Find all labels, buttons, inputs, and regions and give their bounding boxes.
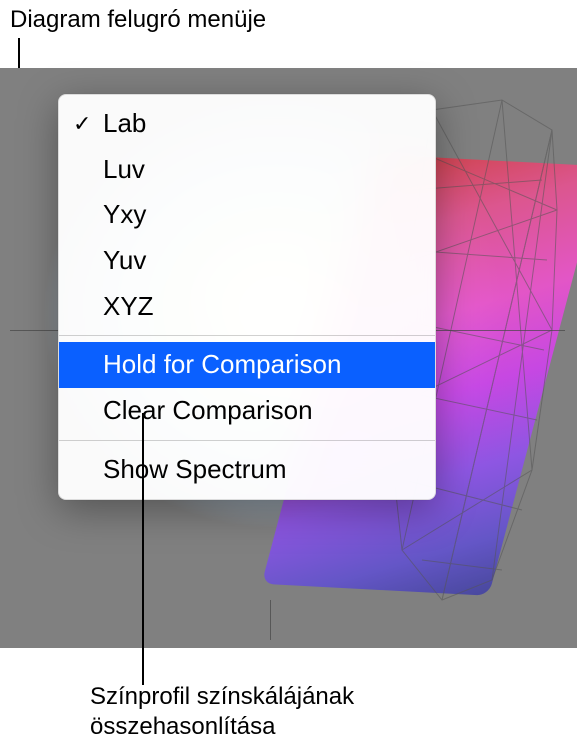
menu-item-label: Luv [103,151,145,189]
callout-bottom-line1: Színprofil színskálájának [90,683,354,710]
callout-line-bottom [142,413,144,685]
menu-item-luv[interactable]: Luv [59,147,435,193]
menu-item-label: Clear Comparison [103,392,313,430]
menu-item-label: Hold for Comparison [103,346,341,384]
menu-item-xyz[interactable]: XYZ [59,284,435,330]
menu-item-yuv[interactable]: Yuv [59,238,435,284]
menu-item-clear-comparison[interactable]: Clear Comparison [59,388,435,434]
menu-item-label: Yuv [103,242,146,280]
callout-bottom-line2: összehasonlítása [90,713,275,740]
callout-top-label: Diagram felugró menüje [10,6,266,34]
menu-item-label: XYZ [103,288,154,326]
menu-item-label: Lab [103,105,146,143]
menu-item-yxy[interactable]: Yxy [59,192,435,238]
menu-item-hold-comparison[interactable]: Hold for Comparison [59,342,435,388]
checkmark-icon: ✓ [73,108,103,140]
menu-item-label: Yxy [103,196,146,234]
menu-separator [59,335,435,336]
menu-separator [59,440,435,441]
callout-bottom-label: Színprofil színskálájának összehasonlítá… [90,682,354,742]
menu-item-show-spectrum[interactable]: Show Spectrum [59,447,435,493]
menu-item-lab[interactable]: ✓ Lab [59,101,435,147]
axis-vertical [270,600,271,640]
menu-item-label: Show Spectrum [103,451,287,489]
diagram-popup-menu[interactable]: ✓ Lab Luv Yxy Yuv XYZ Hold for Compariso… [58,94,436,500]
